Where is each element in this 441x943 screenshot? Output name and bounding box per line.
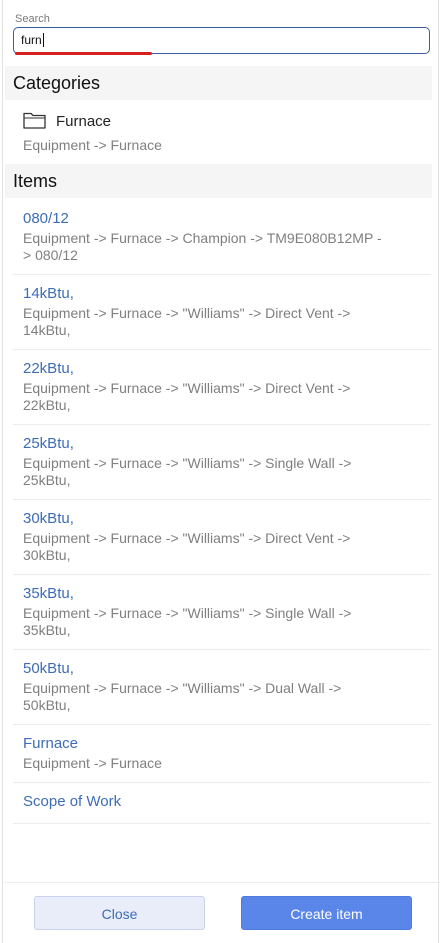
search-label: Search [15, 13, 50, 25]
item-path: Equipment -> Furnace -> "Williams" -> Di… [23, 305, 351, 338]
list-item[interactable]: 22kBtu, Equipment -> Furnace -> "William… [13, 350, 431, 425]
item-path: Equipment -> Furnace -> "Williams" -> Si… [23, 605, 352, 638]
list-item[interactable]: 30kBtu, Equipment -> Furnace -> "William… [13, 500, 431, 575]
search-input[interactable]: furn [13, 27, 430, 54]
item-title[interactable]: 22kBtu, [23, 359, 421, 379]
item-title[interactable]: 30kBtu, [23, 509, 421, 529]
item-title[interactable]: 35kBtu, [23, 584, 421, 604]
item-title[interactable]: 50kBtu, [23, 659, 421, 679]
text-caret [42, 32, 45, 47]
folder-icon [23, 111, 47, 129]
items-list: 080/12 Equipment -> Furnace -> Champion … [13, 200, 431, 824]
item-path: Equipment -> Furnace [23, 755, 162, 771]
list-item[interactable]: Furnace Equipment -> Furnace [13, 725, 431, 783]
item-path: Equipment -> Furnace -> "Williams" -> Di… [23, 380, 351, 413]
category-item-furnace[interactable]: Furnace Equipment -> Furnace [23, 108, 423, 158]
footer-divider [5, 882, 440, 883]
items-header: Items [5, 164, 432, 198]
list-item[interactable]: 35kBtu, Equipment -> Furnace -> "William… [13, 575, 431, 650]
item-path: Equipment -> Furnace -> "Williams" -> Si… [23, 455, 352, 488]
category-path: Equipment -> Furnace [23, 137, 162, 153]
category-title: Furnace [56, 113, 112, 130]
list-item[interactable]: 50kBtu, Equipment -> Furnace -> "William… [13, 650, 431, 725]
item-path: Equipment -> Furnace -> "Williams" -> Du… [23, 680, 342, 713]
list-item[interactable]: Scope of Work [13, 783, 431, 824]
search-input-value: furn [21, 33, 42, 47]
categories-header: Categories [5, 66, 432, 100]
item-title[interactable]: 080/12 [23, 209, 421, 229]
create-item-button[interactable]: Create item [241, 896, 412, 930]
item-title[interactable]: Scope of Work [23, 792, 421, 812]
item-path: Equipment -> Furnace -> Champion -> TM9E… [23, 230, 382, 263]
item-title[interactable]: 25kBtu, [23, 434, 421, 454]
item-title[interactable]: 14kBtu, [23, 284, 421, 304]
annotation-underline [15, 52, 152, 55]
list-item[interactable]: 25kBtu, Equipment -> Furnace -> "William… [13, 425, 431, 500]
close-button[interactable]: Close [34, 896, 205, 930]
item-title[interactable]: Furnace [23, 734, 421, 754]
list-item[interactable]: 14kBtu, Equipment -> Furnace -> "William… [13, 275, 431, 350]
list-item[interactable]: 080/12 Equipment -> Furnace -> Champion … [13, 200, 431, 275]
item-path: Equipment -> Furnace -> "Williams" -> Di… [23, 530, 351, 563]
search-panel: Search furn Categories Furnace Equipment… [2, 0, 440, 943]
